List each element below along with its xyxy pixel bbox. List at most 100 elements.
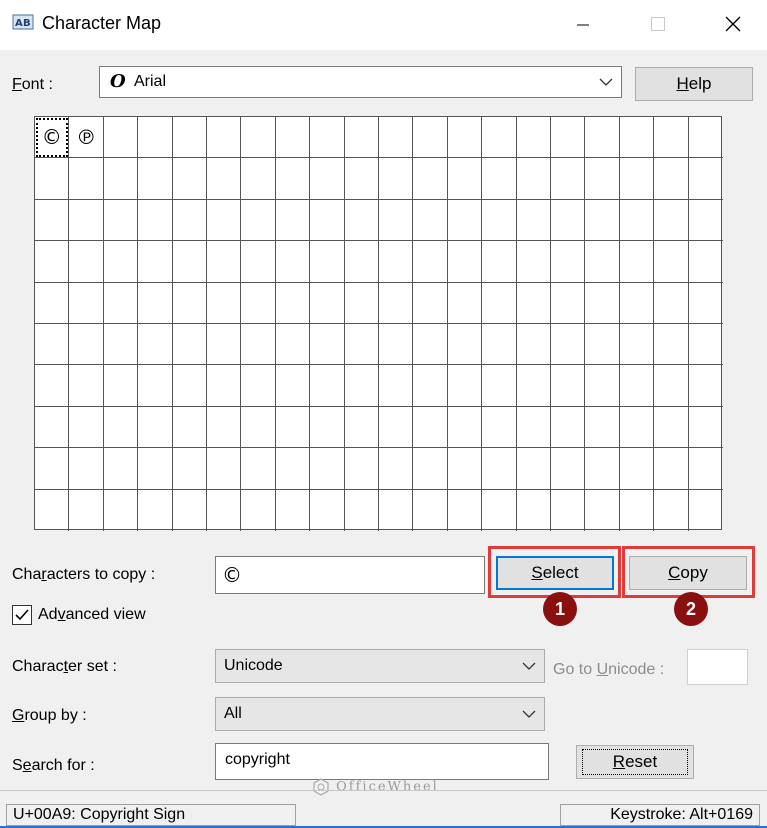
character-cell[interactable] xyxy=(207,448,242,490)
character-cell[interactable] xyxy=(688,324,723,366)
character-cell[interactable] xyxy=(654,365,689,407)
character-cell[interactable] xyxy=(379,282,414,324)
character-cell[interactable] xyxy=(551,406,586,449)
character-cell[interactable] xyxy=(413,489,448,531)
character-cell[interactable] xyxy=(413,365,448,407)
character-cell[interactable] xyxy=(138,406,173,449)
character-cell[interactable] xyxy=(516,406,551,449)
character-cell[interactable] xyxy=(310,199,345,242)
character-cell[interactable] xyxy=(138,199,173,242)
character-cell[interactable] xyxy=(172,406,207,449)
character-cell[interactable] xyxy=(241,365,276,407)
character-cell[interactable] xyxy=(689,490,723,531)
character-cell[interactable] xyxy=(69,158,104,200)
character-cell[interactable] xyxy=(516,282,551,324)
character-cell[interactable] xyxy=(103,282,139,324)
character-cell[interactable] xyxy=(551,282,586,324)
character-cell[interactable] xyxy=(379,365,414,407)
character-cell[interactable] xyxy=(688,283,723,324)
advanced-view-checkbox[interactable] xyxy=(12,605,32,625)
character-cell[interactable] xyxy=(551,117,586,159)
character-cell[interactable] xyxy=(207,117,242,159)
character-cell[interactable] xyxy=(516,365,551,407)
character-cell[interactable] xyxy=(482,324,517,366)
character-cell[interactable] xyxy=(551,199,586,242)
characters-to-copy-input[interactable]: © xyxy=(215,556,485,594)
character-cell[interactable] xyxy=(172,199,207,242)
character-cell[interactable] xyxy=(551,448,586,490)
character-cell[interactable] xyxy=(310,365,345,407)
character-cell[interactable] xyxy=(345,489,379,531)
character-cell[interactable] xyxy=(173,489,207,531)
character-cell[interactable] xyxy=(688,158,723,200)
search-input[interactable]: copyright xyxy=(215,743,549,780)
character-cell[interactable] xyxy=(654,158,689,200)
character-cell[interactable] xyxy=(516,117,551,159)
help-button[interactable]: Help xyxy=(635,67,753,101)
character-cell[interactable] xyxy=(551,241,586,283)
character-cell[interactable] xyxy=(35,199,70,242)
character-cell[interactable] xyxy=(482,199,517,242)
character-cell[interactable] xyxy=(551,365,586,407)
character-cell[interactable] xyxy=(619,158,655,200)
character-cell[interactable] xyxy=(172,241,207,283)
character-cell[interactable] xyxy=(241,406,276,449)
character-cell[interactable] xyxy=(516,241,551,283)
copy-button[interactable]: Copy xyxy=(629,556,747,590)
close-button[interactable] xyxy=(703,0,763,48)
character-cell[interactable] xyxy=(620,489,655,531)
character-cell[interactable] xyxy=(69,489,104,531)
character-cell[interactable] xyxy=(104,489,139,531)
character-cell[interactable] xyxy=(654,199,689,242)
character-set-dropdown[interactable]: Unicode xyxy=(215,649,545,683)
character-cell[interactable] xyxy=(103,365,139,407)
character-cell[interactable] xyxy=(172,448,207,490)
character-cell[interactable] xyxy=(619,241,655,283)
character-cell[interactable] xyxy=(585,489,620,531)
character-cell[interactable] xyxy=(516,158,551,200)
character-cell[interactable] xyxy=(310,448,345,490)
character-cell[interactable] xyxy=(585,282,620,324)
character-cell[interactable] xyxy=(310,117,345,159)
character-cell[interactable] xyxy=(447,199,483,242)
character-cell[interactable] xyxy=(585,199,620,242)
character-cell[interactable] xyxy=(379,489,414,531)
character-cell[interactable] xyxy=(585,117,620,159)
character-cell[interactable] xyxy=(413,406,448,449)
character-cell[interactable] xyxy=(241,199,276,242)
character-cell[interactable] xyxy=(275,199,311,242)
character-cell[interactable] xyxy=(619,365,655,407)
character-cell[interactable] xyxy=(207,199,242,242)
character-cell[interactable] xyxy=(172,117,207,159)
character-cell[interactable] xyxy=(516,448,551,490)
character-cell[interactable] xyxy=(344,117,379,159)
character-cell[interactable] xyxy=(447,241,483,283)
character-cell[interactable] xyxy=(344,282,379,324)
character-cell[interactable] xyxy=(482,241,517,283)
character-cell[interactable] xyxy=(619,282,655,324)
character-cell[interactable] xyxy=(69,406,104,449)
character-cell[interactable] xyxy=(241,158,276,200)
character-cell[interactable] xyxy=(241,282,276,324)
character-grid[interactable]: © ℗ xyxy=(34,116,723,531)
character-cell[interactable] xyxy=(103,448,139,490)
character-cell[interactable] xyxy=(413,282,448,324)
character-cell[interactable] xyxy=(69,324,104,366)
character-cell[interactable] xyxy=(619,448,655,490)
character-cell[interactable] xyxy=(276,489,311,531)
character-cell[interactable] xyxy=(654,489,689,531)
character-cell[interactable] xyxy=(344,448,379,490)
advanced-view-label[interactable]: Advanced view xyxy=(38,606,146,624)
character-cell[interactable] xyxy=(585,406,620,449)
character-cell[interactable] xyxy=(35,406,70,449)
character-cell[interactable] xyxy=(482,158,517,200)
character-cell[interactable] xyxy=(447,117,483,159)
character-cell[interactable] xyxy=(654,406,689,449)
character-cell[interactable] xyxy=(207,489,242,531)
character-cell[interactable] xyxy=(35,158,70,200)
character-cell[interactable] xyxy=(103,117,139,159)
character-cell[interactable] xyxy=(310,282,345,324)
character-cell[interactable] xyxy=(275,282,311,324)
character-cell[interactable] xyxy=(138,448,173,490)
character-cell[interactable] xyxy=(688,241,723,283)
